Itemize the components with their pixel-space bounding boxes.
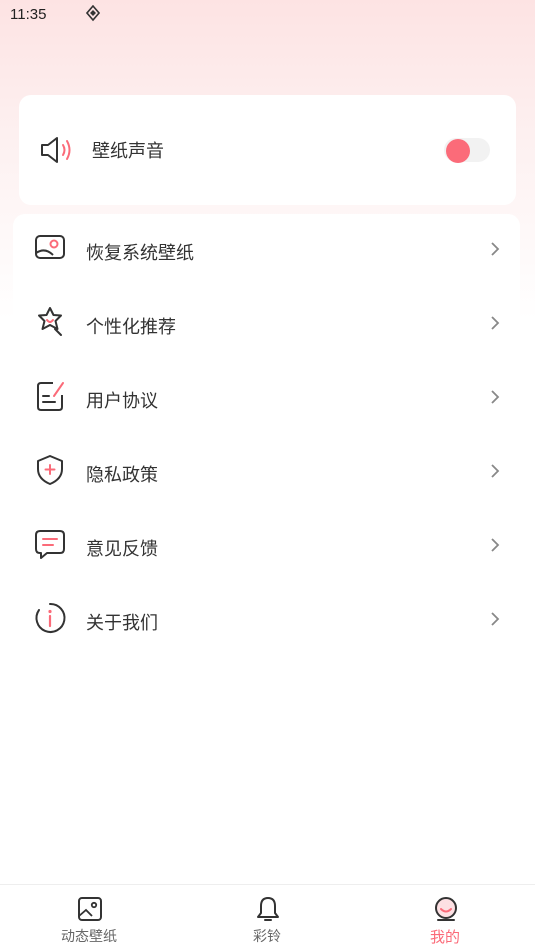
sound-setting-card: 壁纸声音: [19, 95, 516, 205]
shield-icon: [37, 455, 63, 485]
nav-label: 我的: [429, 928, 460, 946]
feedback-icon: [35, 530, 65, 559]
chevron-right-icon: [491, 316, 500, 330]
document-icon: [37, 382, 64, 411]
menu-item-about-us[interactable]: 关于我们: [13, 584, 520, 658]
profile-icon: [435, 897, 457, 921]
settings-menu: 恢复系统壁纸 个性化推荐 用户协议 隐私政策 意见反馈 关于我们: [13, 214, 520, 654]
nav-label: 彩铃: [253, 929, 281, 945]
nav-tab-live-wallpaper[interactable]: 动态壁纸: [0, 885, 178, 951]
menu-item-label: 关于我们: [86, 613, 158, 634]
chevron-right-icon: [491, 612, 500, 626]
restore-wallpaper-icon: [35, 235, 65, 259]
sound-toggle[interactable]: [444, 138, 490, 163]
nav-tab-ringtone[interactable]: 彩铃: [178, 885, 356, 951]
status-time: 11:35: [10, 6, 47, 23]
status-bar: 11:35: [0, 0, 535, 30]
chevron-right-icon: [491, 538, 500, 552]
sound-setting-label: 壁纸声音: [92, 141, 164, 162]
speaker-icon: [41, 137, 71, 163]
chevron-right-icon: [491, 464, 500, 478]
bell-icon: [257, 897, 279, 921]
personalize-icon: [38, 307, 62, 336]
bottom-navigation: 动态壁纸 彩铃 我的: [0, 884, 535, 951]
nav-label: 动态壁纸: [61, 929, 117, 945]
info-icon: [35, 602, 66, 633]
menu-item-feedback[interactable]: 意见反馈: [13, 510, 520, 584]
chevron-right-icon: [491, 242, 500, 256]
menu-item-privacy-policy[interactable]: 隐私政策: [13, 436, 520, 510]
image-icon: [78, 897, 102, 921]
notification-app-icon: [86, 5, 100, 22]
chevron-right-icon: [491, 390, 500, 404]
menu-item-label: 用户协议: [86, 391, 158, 412]
nav-tab-mine[interactable]: 我的: [356, 885, 534, 951]
menu-item-label: 个性化推荐: [86, 317, 176, 338]
sound-toggle-knob: [446, 139, 470, 163]
menu-item-restore-wallpaper[interactable]: 恢复系统壁纸: [13, 214, 520, 288]
menu-item-label: 恢复系统壁纸: [86, 243, 194, 264]
menu-item-label: 意见反馈: [86, 539, 158, 560]
menu-item-personalized-recommendation[interactable]: 个性化推荐: [13, 288, 520, 362]
menu-item-user-agreement[interactable]: 用户协议: [13, 362, 520, 436]
menu-item-label: 隐私政策: [86, 465, 158, 486]
